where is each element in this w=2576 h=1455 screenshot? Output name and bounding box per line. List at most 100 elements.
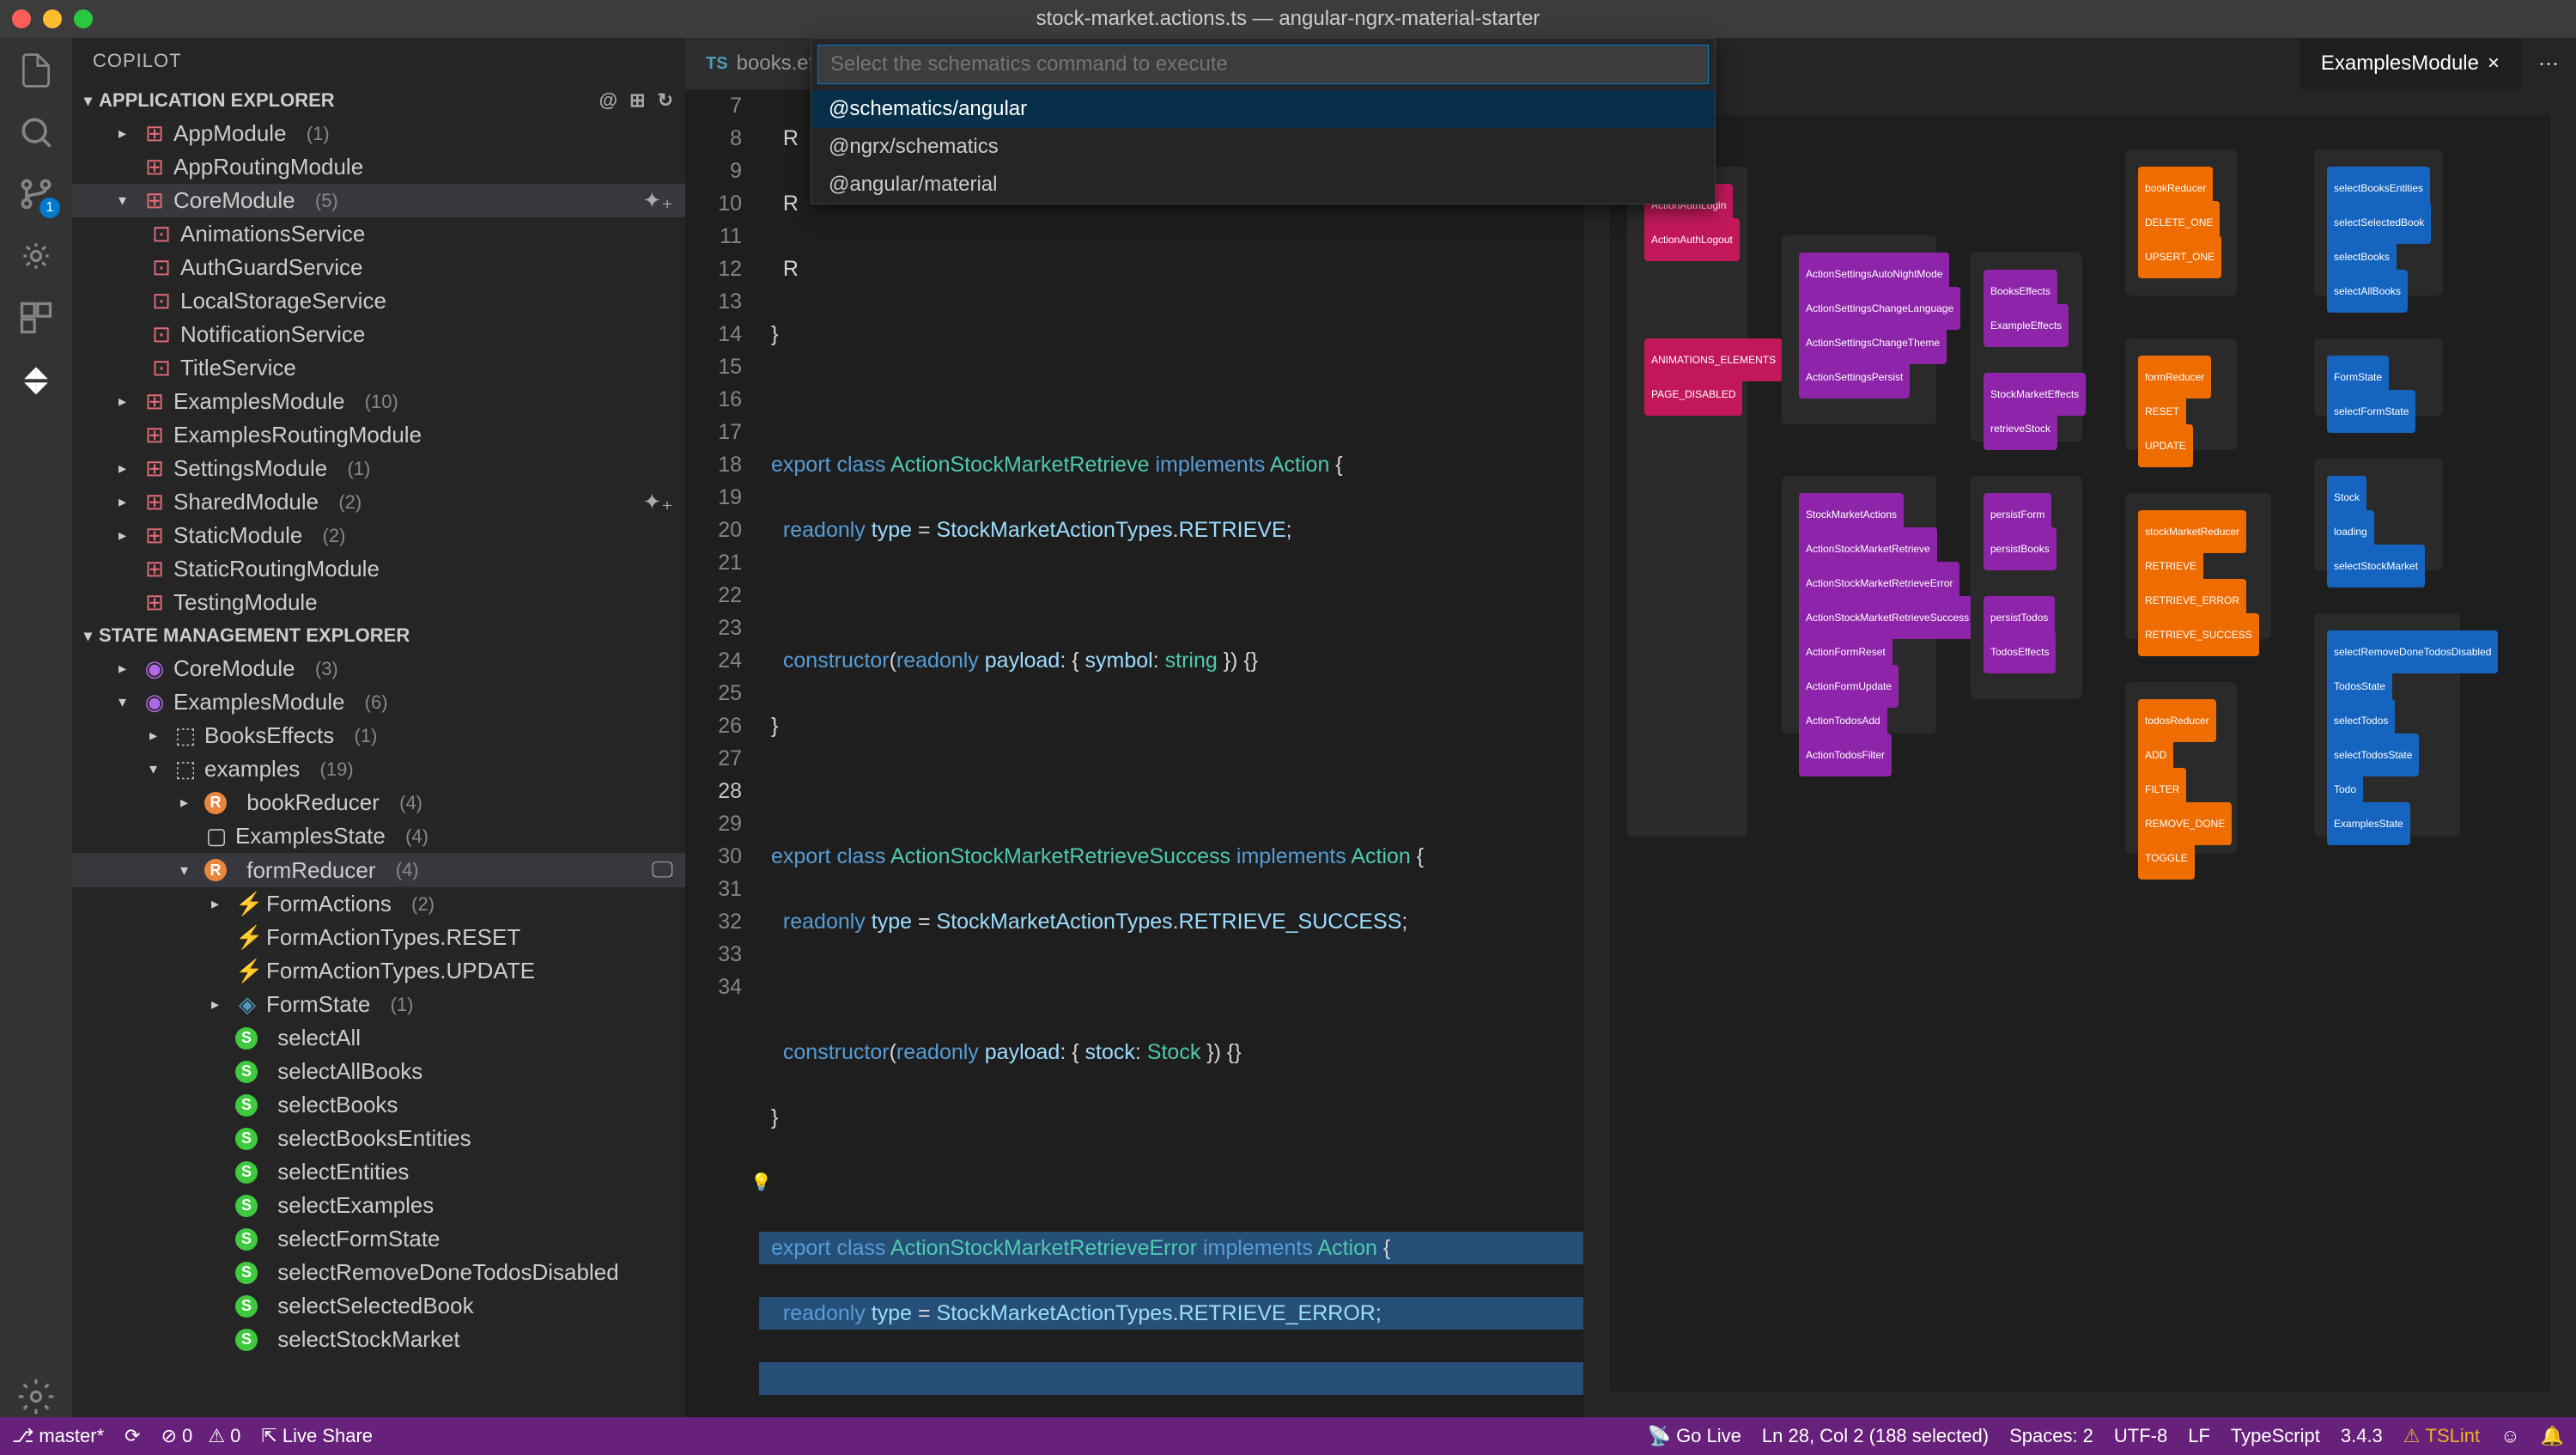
git-branch[interactable]: ⎇master* xyxy=(12,1425,104,1447)
state-selectall[interactable]: S selectAll xyxy=(72,1021,685,1055)
service-localstorage[interactable]: ⊡LocalStorageService xyxy=(72,284,685,318)
close-icon[interactable]: × xyxy=(2488,52,2500,76)
notifications-button[interactable]: 🔔 xyxy=(2541,1425,2564,1447)
close-window-button[interactable] xyxy=(12,9,31,28)
activity-bar: 1 ◢◣◥◤ xyxy=(0,38,72,1417)
grid-icon[interactable]: ⊞ xyxy=(629,89,645,112)
debug-icon[interactable] xyxy=(15,235,57,277)
service-title[interactable]: ⊡TitleService xyxy=(72,351,685,385)
service-animations[interactable]: ⊡AnimationsService xyxy=(72,217,685,251)
problems-button[interactable]: ⊘0 ⚠0 xyxy=(161,1425,241,1447)
indentation[interactable]: Spaces: 2 xyxy=(2009,1425,2093,1447)
editor-area: TS books.eff @schematics/angular @ngrx/s… xyxy=(685,38,2576,1417)
extensions-icon[interactable] xyxy=(15,297,57,338)
state-formreducer[interactable]: ▾R formReducer (4)🖵 xyxy=(72,853,685,887)
state-formactiontypes-reset[interactable]: ⚡FormActionTypes.RESET xyxy=(72,921,685,954)
state-formstate[interactable]: ▸◈FormState (1) xyxy=(72,988,685,1021)
cursor-position[interactable]: Ln 28, Col 2 (188 selected) xyxy=(1762,1425,1989,1447)
state-explorer-tree: ▸◉CoreModule (3) ▾◉ExamplesModule (6) ▸⬚… xyxy=(72,652,685,1356)
command-option-ngrx-schematics[interactable]: @ngrx/schematics xyxy=(811,128,1715,166)
command-palette-list: @schematics/angular @ngrx/schematics @an… xyxy=(811,90,1715,204)
titlebar: stock-market.actions.ts — angular-ngrx-m… xyxy=(0,0,2576,38)
service-authguard[interactable]: ⊡AuthGuardService xyxy=(72,251,685,284)
live-share-button[interactable]: ⇱Live Share xyxy=(261,1425,373,1447)
angular-copilot-icon[interactable]: ◢◣◥◤ xyxy=(15,359,57,400)
ts-version[interactable]: 3.4.3 xyxy=(2341,1425,2383,1447)
app-explorer-tree: ▸⊞AppModule (1) ⊞AppRoutingModule ▾⊞Core… xyxy=(72,117,685,619)
smiley-icon: ☺ xyxy=(2500,1425,2519,1447)
state-explorer-label: STATE MANAGEMENT EXPLORER xyxy=(99,624,410,647)
state-selectexamples[interactable]: S selectExamples xyxy=(72,1189,685,1222)
tslint-status[interactable]: ⚠TSLint xyxy=(2403,1425,2480,1447)
state-examplesmodule[interactable]: ▾◉ExamplesModule (6) xyxy=(72,685,685,719)
language-mode[interactable]: TypeScript xyxy=(2231,1425,2320,1447)
minimize-window-button[interactable] xyxy=(43,9,62,28)
refresh-icon[interactable]: ↻ xyxy=(658,89,673,112)
lightbulb-icon[interactable]: 💡 xyxy=(750,1166,772,1199)
feedback-button[interactable]: ☺ xyxy=(2500,1425,2519,1447)
settings-gear-icon[interactable] xyxy=(15,1376,57,1417)
state-examples[interactable]: ▾⬚examples (19) xyxy=(72,752,685,786)
diagram-panel[interactable]: ActionAuthLogin ActionAuthLogout ANIMATI… xyxy=(1583,89,2576,1417)
module-testingmodule[interactable]: ⊞TestingModule xyxy=(72,586,685,619)
module-appmodule[interactable]: ▸⊞AppModule (1) xyxy=(72,117,685,150)
state-selectentities[interactable]: S selectEntities xyxy=(72,1155,685,1189)
sparkle-icon[interactable]: ✦₊ xyxy=(642,187,673,214)
state-selectbooks[interactable]: S selectBooks xyxy=(72,1088,685,1122)
chevron-down-icon: ▾ xyxy=(84,627,92,645)
state-selectbooksentities[interactable]: S selectBooksEntities xyxy=(72,1122,685,1155)
state-selectstockmarket[interactable]: S selectStockMarket xyxy=(72,1323,685,1356)
state-bookseffects[interactable]: ▸⬚BooksEffects (1) xyxy=(72,719,685,752)
command-option-schematics-angular[interactable]: @schematics/angular xyxy=(811,90,1715,128)
module-examplesmodule[interactable]: ▸⊞ExamplesModule (10) xyxy=(72,385,685,418)
tab-label: ExamplesModule xyxy=(2321,52,2479,76)
source-control-icon[interactable]: 1 xyxy=(15,174,57,215)
window-controls xyxy=(12,9,93,28)
state-selectallbooks[interactable]: S selectAllBooks xyxy=(72,1055,685,1088)
state-coremodule[interactable]: ▸◉CoreModule (3) xyxy=(72,652,685,685)
go-live-button[interactable]: 📡Go Live xyxy=(1648,1425,1741,1447)
editor-tabs: TS books.eff @schematics/angular @ngrx/s… xyxy=(685,38,2576,89)
sync-button[interactable]: ⟳ xyxy=(125,1425,140,1447)
module-sharedmodule[interactable]: ▸⊞SharedModule (2)✦₊ xyxy=(72,485,685,519)
module-coremodule[interactable]: ▾⊞CoreModule (5)✦₊ xyxy=(72,184,685,217)
state-examplesstate[interactable]: ▢ExamplesState (4) xyxy=(72,819,685,853)
module-staticrouting[interactable]: ⊞StaticRoutingModule xyxy=(72,552,685,586)
monitor-icon[interactable]: 🖵 xyxy=(652,856,673,884)
state-selectremovedonetodosdisabled[interactable]: S selectRemoveDoneTodosDisabled xyxy=(72,1256,685,1289)
state-selectselectedbook[interactable]: S selectSelectedBook xyxy=(72,1289,685,1323)
command-palette: @schematics/angular @ngrx/schematics @an… xyxy=(811,38,1716,204)
module-staticmodule[interactable]: ▸⊞StaticModule (2) xyxy=(72,519,685,552)
search-icon[interactable] xyxy=(15,112,57,153)
tab-label: books.eff xyxy=(737,52,820,76)
encoding[interactable]: UTF-8 xyxy=(2114,1425,2167,1447)
state-bookreducer[interactable]: ▸R bookReducer (4) xyxy=(72,786,685,819)
statusbar: ⎇master* ⟳ ⊘0 ⚠0 ⇱Live Share 📡Go Live Ln… xyxy=(0,1417,2576,1455)
application-explorer-header[interactable]: ▾ APPLICATION EXPLORER @ ⊞ ↻ xyxy=(72,84,685,117)
state-formactions[interactable]: ▸⚡FormActions (2) xyxy=(72,887,685,921)
state-formactiontypes-update[interactable]: ⚡FormActionTypes.UPDATE xyxy=(72,954,685,988)
command-option-angular-material[interactable]: @angular/material xyxy=(811,166,1715,204)
editor-content[interactable]: 78910 11121314 15161718 19202122 2324252… xyxy=(685,89,2576,1417)
explorer-icon[interactable] xyxy=(15,50,57,91)
copilot-label: COPILOT xyxy=(93,50,182,72)
liveshare-icon: ⇱ xyxy=(261,1425,276,1447)
titlebar-title: stock-market.actions.ts — angular-ngrx-m… xyxy=(1036,7,1540,31)
maximize-window-button[interactable] xyxy=(74,9,93,28)
service-notification[interactable]: ⊡NotificationService xyxy=(72,318,685,351)
sidebar: COPILOT ▾ APPLICATION EXPLORER @ ⊞ ↻ ▸⊞A… xyxy=(72,38,685,1417)
app-explorer-label: APPLICATION EXPLORER xyxy=(99,89,335,112)
chevron-down-icon: ▾ xyxy=(84,92,92,110)
module-examplesrouting[interactable]: ⊞ExamplesRoutingModule xyxy=(72,418,685,452)
command-palette-input[interactable] xyxy=(817,45,1709,84)
eol[interactable]: LF xyxy=(2188,1425,2210,1447)
state-explorer-header[interactable]: ▾ STATE MANAGEMENT EXPLORER xyxy=(72,619,685,652)
tab-examplesmodule[interactable]: ExamplesModule × xyxy=(2300,38,2521,89)
sparkle-icon[interactable]: ✦₊ xyxy=(642,489,673,515)
module-settingsmodule[interactable]: ▸⊞SettingsModule (1) xyxy=(72,452,685,485)
mention-icon[interactable]: @ xyxy=(599,89,617,112)
editor-more-actions[interactable]: ⋯ xyxy=(2521,38,2576,89)
module-approutingmodule[interactable]: ⊞AppRoutingModule xyxy=(72,150,685,184)
state-selectformstate[interactable]: S selectFormState xyxy=(72,1222,685,1256)
code-area[interactable]: R R R } export class ActionStockMarketRe… xyxy=(759,89,1583,1417)
